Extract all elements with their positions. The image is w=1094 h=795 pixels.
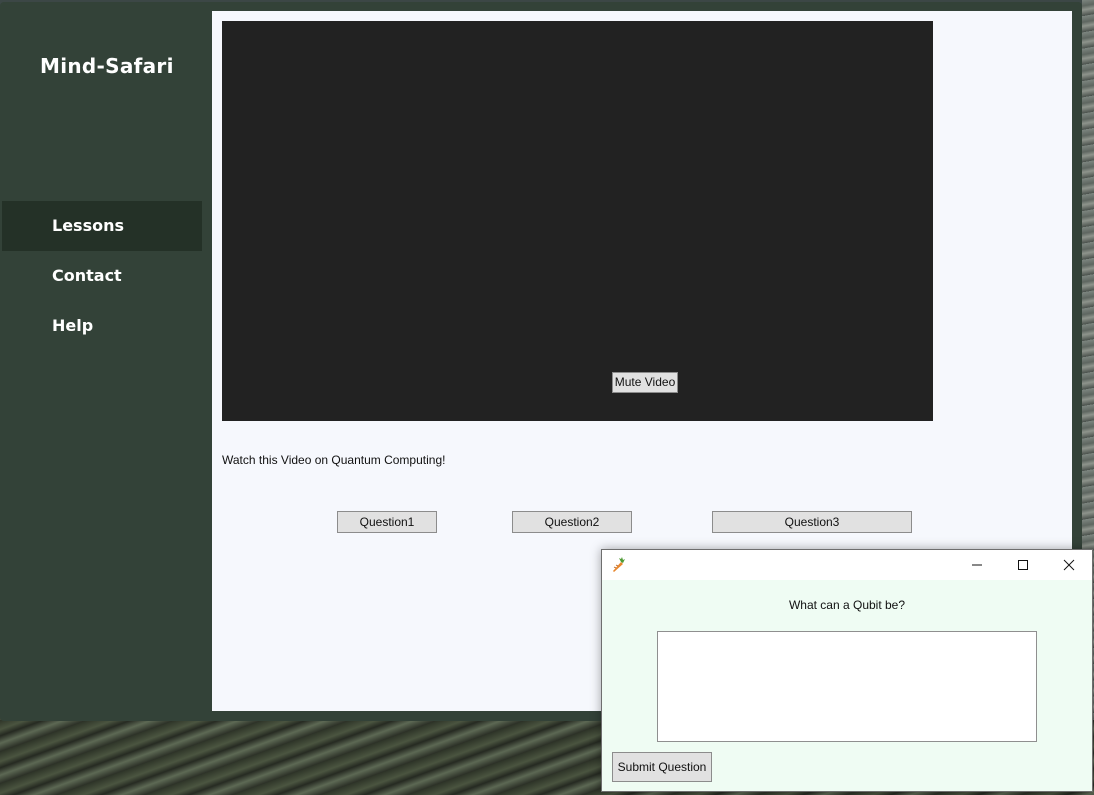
question-prompt: What can a Qubit be? [788, 598, 906, 612]
maximize-icon [1018, 560, 1028, 570]
question-dialog: What can a Qubit be? Submit Question [601, 549, 1093, 792]
carrot-app-icon [613, 557, 625, 572]
video-caption: Watch this Video on Quantum Computing! [222, 453, 446, 467]
question1-button[interactable]: Question1 [337, 511, 437, 533]
dialog-titlebar[interactable] [602, 550, 1092, 580]
nav-item-label: Help [52, 316, 94, 335]
sidebar: Mind-Safari Lessons Contact Help [0, 2, 212, 721]
brand-title: Mind-Safari [40, 54, 174, 78]
nav-item-help[interactable]: Help [2, 301, 202, 351]
nav-item-label: Contact [52, 266, 122, 285]
maximize-button[interactable] [1000, 550, 1046, 580]
nav-item-contact[interactable]: Contact [2, 251, 202, 301]
close-button[interactable] [1046, 550, 1092, 580]
question2-button[interactable]: Question2 [512, 511, 632, 533]
nav-item-label: Lessons [52, 216, 124, 235]
question3-button[interactable]: Question3 [712, 511, 912, 533]
mute-video-button[interactable]: Mute Video [612, 372, 678, 393]
video-player[interactable]: Mute Video [222, 21, 933, 421]
close-icon [1063, 559, 1075, 571]
submit-question-button[interactable]: Submit Question [612, 752, 712, 782]
nav-item-lessons[interactable]: Lessons [2, 201, 202, 251]
minimize-icon [972, 564, 982, 566]
minimize-button[interactable] [954, 550, 1000, 580]
answer-textarea[interactable] [657, 631, 1037, 742]
